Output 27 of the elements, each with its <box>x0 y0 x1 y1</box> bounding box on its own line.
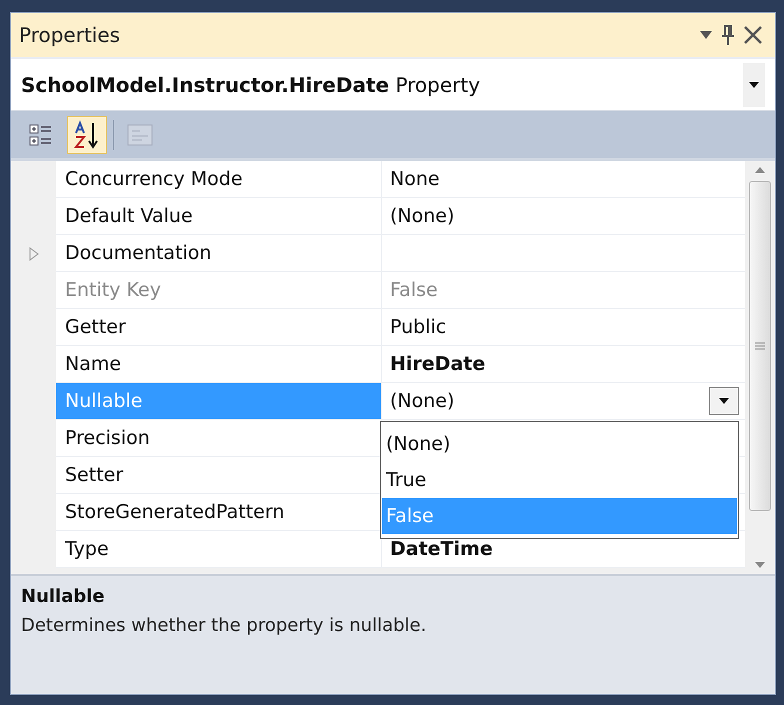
scroll-down-icon[interactable] <box>755 562 765 568</box>
caret-icon <box>743 62 765 106</box>
property-value[interactable]: (None) <box>382 383 745 420</box>
categorized-list-icon <box>28 122 54 148</box>
dropdown-button[interactable] <box>709 387 739 415</box>
property-value[interactable]: (None) <box>382 198 745 235</box>
property-name[interactable]: Documentation <box>56 235 382 272</box>
property-name[interactable]: Type <box>56 531 382 568</box>
property-name[interactable]: Concurrency Mode <box>56 161 382 198</box>
property-value[interactable]: Public <box>382 309 745 346</box>
property-name[interactable]: Name <box>56 346 382 383</box>
description-text: Determines whether the property is nullable. <box>21 615 428 636</box>
alphabetical-button[interactable] <box>67 116 107 154</box>
caret-icon <box>699 30 713 40</box>
property-value[interactable]: None <box>382 161 745 198</box>
property-name[interactable]: Setter <box>56 457 382 494</box>
window-title: Properties <box>19 23 122 47</box>
scroll-up-icon[interactable] <box>755 167 765 173</box>
property-name[interactable]: Precision <box>56 420 382 457</box>
description-title: Nullable <box>21 586 106 607</box>
property-name[interactable]: Getter <box>56 309 382 346</box>
caret-icon <box>719 398 729 404</box>
property-pages-icon <box>126 122 154 146</box>
property-value[interactable]: HireDate <box>382 346 745 383</box>
property-name[interactable]: StoreGeneratedPattern <box>56 494 382 531</box>
grip-icon <box>755 342 765 350</box>
property-name[interactable]: Default Value <box>56 198 382 235</box>
